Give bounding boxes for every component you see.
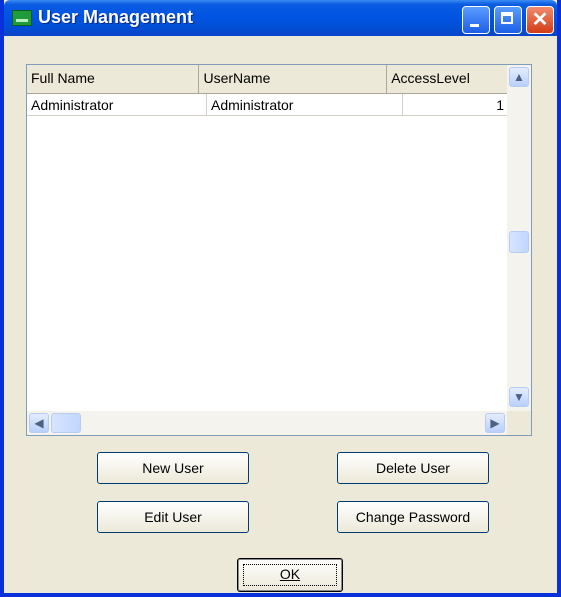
cell-username: Administrator [207, 94, 403, 116]
vertical-scrollbar[interactable]: ▲ ▼ [507, 65, 531, 411]
horizontal-scrollbar[interactable]: ◀ ▶ [27, 411, 509, 435]
window-title: User Management [38, 7, 194, 27]
users-list-view[interactable]: Full Name UserName AccessLevel Administr… [26, 64, 532, 436]
edit-user-button[interactable]: Edit User [97, 501, 249, 533]
chevron-down-icon: ▼ [513, 390, 525, 404]
scrollbar-corner [507, 411, 531, 435]
ok-label: OK [279, 566, 301, 582]
scroll-left-button[interactable]: ◀ [29, 413, 49, 433]
scroll-down-button[interactable]: ▼ [509, 387, 529, 407]
chevron-right-icon: ▶ [490, 416, 500, 430]
change-password-button[interactable]: Change Password [337, 501, 489, 533]
ok-button[interactable]: OK [237, 558, 343, 592]
app-icon [12, 10, 32, 26]
user-management-window: User Management ✕ Full Name UserName Acc… [0, 0, 561, 597]
cell-full-name: Administrator [27, 94, 207, 116]
delete-user-button[interactable]: Delete User [337, 452, 489, 484]
cell-access-level: 1 [403, 94, 507, 116]
scroll-right-button[interactable]: ▶ [485, 413, 505, 433]
minimize-button[interactable] [462, 6, 490, 34]
column-header-full-name[interactable]: Full Name [27, 65, 200, 94]
scroll-up-button[interactable]: ▲ [509, 67, 529, 87]
title-bar[interactable]: User Management ✕ [4, 0, 557, 36]
vertical-scroll-thumb[interactable] [509, 231, 529, 253]
chevron-up-icon: ▲ [513, 70, 525, 84]
list-header: Full Name UserName AccessLevel [27, 65, 507, 94]
chevron-left-icon: ◀ [34, 416, 44, 430]
horizontal-scroll-thumb[interactable] [51, 413, 81, 433]
table-row[interactable]: Administrator Administrator 1 [27, 94, 507, 116]
close-button[interactable]: ✕ [526, 6, 554, 34]
column-header-access-level[interactable]: AccessLevel [387, 65, 507, 94]
close-icon: ✕ [531, 9, 549, 31]
column-header-username[interactable]: UserName [199, 65, 388, 94]
maximize-button[interactable] [494, 6, 522, 34]
new-user-button[interactable]: New User [97, 452, 249, 484]
